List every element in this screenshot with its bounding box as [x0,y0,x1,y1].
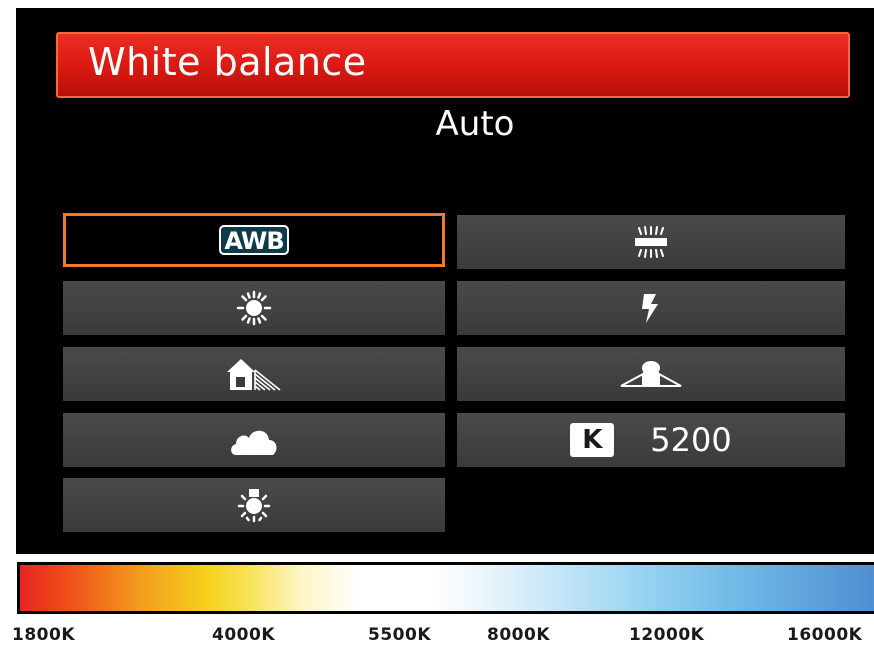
wb-option-kelvin[interactable]: K 5200 [457,413,845,467]
wb-option-cloudy[interactable] [63,413,445,467]
wb-option-flash[interactable] [457,281,845,335]
awb-icon: AWB [219,225,289,255]
shade-icon [227,359,281,391]
tungsten-icon [237,489,271,523]
cloudy-icon [231,430,277,455]
flash-icon [642,294,658,323]
color-temperature-scale [17,562,874,614]
fluorescent-icon [635,226,667,258]
scale-tick-label: 1800K [12,625,75,645]
wb-option-shade[interactable] [63,347,445,401]
scale-tick-label: 5500K [368,625,431,645]
scale-tick-label: 4000K [212,625,275,645]
camera-screen: White balance Auto AWB K 5200 [16,8,874,554]
scale-tick-label: 12000K [629,625,705,645]
menu-title-bar: White balance [56,32,850,98]
wb-option-tungsten[interactable] [63,478,445,532]
custom-wb-icon [620,361,682,387]
daylight-icon [236,290,272,326]
wb-option-auto[interactable]: AWB [63,213,445,267]
scale-tick-label: 16000K [787,625,863,645]
kelvin-icon: K [570,423,615,457]
wb-option-custom[interactable] [457,347,845,401]
menu-title: White balance [88,40,367,84]
kelvin-value: 5200 [650,421,732,459]
wb-option-daylight[interactable] [63,281,445,335]
scale-tick-label: 8000K [487,625,550,645]
wb-option-fluorescent[interactable] [457,215,845,269]
selected-mode-label: Auto [435,104,515,144]
